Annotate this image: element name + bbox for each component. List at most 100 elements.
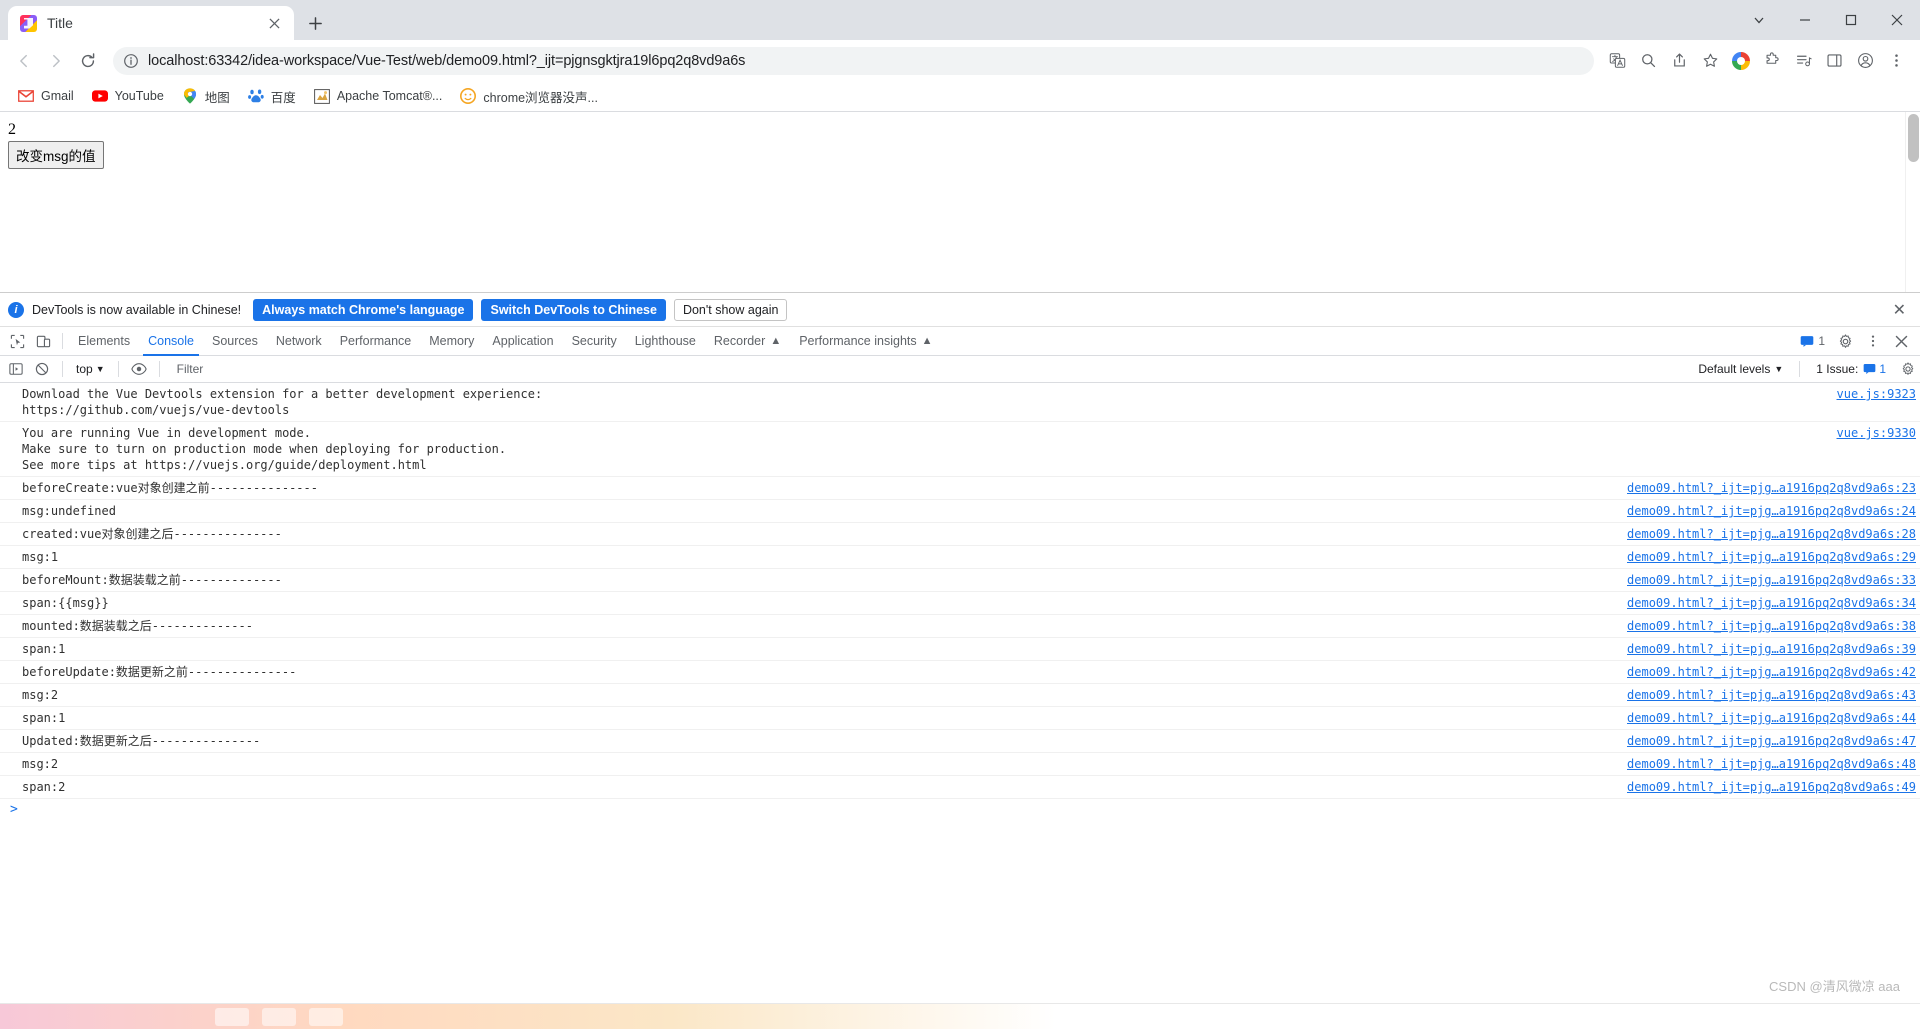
page-scrollbar[interactable] [1905,112,1920,292]
maximize-icon[interactable] [1828,0,1874,40]
live-expression-icon[interactable] [127,357,151,381]
bookmark-chrome-tool[interactable]: chrome浏览器没声... [452,83,606,110]
console-source-link[interactable]: demo09.html?_ijt=pjg…a1916pq2q8vd9a6s:43 [1627,687,1916,703]
console-message-row[interactable]: Updated:数据更新之后--------------- demo09.html… [0,730,1920,753]
share-icon[interactable] [1664,46,1694,76]
console-message-row[interactable]: created:vue对象创建之后--------------- demo09.h… [0,523,1920,546]
issues-badge[interactable]: 1 Issue: 1 [1808,362,1894,376]
browser-tab[interactable]: Title [8,6,294,40]
tab-security[interactable]: Security [563,327,626,356]
side-panel-icon[interactable] [1819,46,1849,76]
bookmark-youtube[interactable]: YouTube [84,84,172,108]
bookmark-gmail[interactable]: Gmail [10,84,82,108]
console-filter-input[interactable]: Filter [168,360,1689,379]
execute-sidebar-icon[interactable] [4,357,28,381]
console-source-link[interactable]: demo09.html?_ijt=pjg…a1916pq2q8vd9a6s:42 [1627,664,1916,680]
page-scrollbar-thumb[interactable] [1908,114,1919,162]
console-source-link[interactable]: demo09.html?_ijt=pjg…a1916pq2q8vd9a6s:28 [1627,526,1916,542]
console-message-row[interactable]: span:2 demo09.html?_ijt=pjg…a1916pq2q8vd9… [0,776,1920,799]
console-message-row[interactable]: msg:2 demo09.html?_ijt=pjg…a1916pq2q8vd9a… [0,753,1920,776]
back-arrow-icon[interactable] [9,46,39,76]
address-bar[interactable]: localhost:63342/idea-workspace/Vue-Test/… [113,46,1594,75]
console-message-row[interactable]: You are running Vue in development mode.… [0,422,1920,477]
puzzle-extensions-icon[interactable] [1757,46,1787,76]
taskbar-item[interactable] [215,1008,249,1026]
console-source-link[interactable]: demo09.html?_ijt=pjg…a1916pq2q8vd9a6s:24 [1627,503,1916,519]
tab-performance[interactable]: Performance [331,327,421,356]
bookmark-baidu[interactable]: 百度 [240,83,304,110]
gear-icon[interactable] [1832,328,1858,354]
tab-memory[interactable]: Memory [420,327,483,356]
bookmark-maps[interactable]: 地图 [174,83,238,110]
dont-show-again-button[interactable]: Don't show again [673,298,788,321]
console-prompt[interactable]: > [0,799,1920,821]
reload-icon[interactable] [73,46,103,76]
chrome-extension-icon[interactable] [1726,46,1756,76]
tab-performance-insights[interactable]: Performance insights ▲ [790,327,941,356]
console-source-link[interactable]: demo09.html?_ijt=pjg…a1916pq2q8vd9a6s:33 [1627,572,1916,588]
console-source-link[interactable]: demo09.html?_ijt=pjg…a1916pq2q8vd9a6s:29 [1627,549,1916,565]
close-icon[interactable]: ✕ [1889,300,1910,320]
always-match-language-button[interactable]: Always match Chrome's language [253,298,474,321]
taskbar-item[interactable] [262,1008,296,1026]
inspect-element-icon[interactable] [4,328,30,354]
tab-sources[interactable]: Sources [203,327,267,356]
taskbar-item[interactable] [309,1008,343,1026]
three-dot-vertical-icon[interactable] [1860,328,1886,354]
console-source-link[interactable]: demo09.html?_ijt=pjg…a1916pq2q8vd9a6s:39 [1627,641,1916,657]
console-message-row[interactable]: Download the Vue Devtools extension for … [0,383,1920,422]
tab-recorder[interactable]: Recorder ▲ [705,327,790,356]
console-message-row[interactable]: msg:undefined demo09.html?_ijt=pjg…a1916p… [0,500,1920,523]
media-list-icon[interactable] [1788,46,1818,76]
minimize-icon[interactable] [1782,0,1828,40]
console-levels-selector[interactable]: Default levels ▼ [1690,362,1791,376]
console-inline-link[interactable]: https://vuejs.org/guide/deployment.html [145,458,427,472]
tab-application[interactable]: Application [483,327,562,356]
console-source-link[interactable]: vue.js:9323 [1837,386,1916,402]
device-toolbar-icon[interactable] [30,328,56,354]
close-devtools-icon[interactable] [1888,328,1914,354]
console-source-link[interactable]: demo09.html?_ijt=pjg…a1916pq2q8vd9a6s:34 [1627,595,1916,611]
translate-icon[interactable] [1602,46,1632,76]
tab-console[interactable]: Console [139,327,203,356]
console-message-row[interactable]: beforeMount:数据装载之前-------------- demo09.h… [0,569,1920,592]
console-message-row[interactable]: msg:2 demo09.html?_ijt=pjg…a1916pq2q8vd9a… [0,684,1920,707]
console-source-link[interactable]: vue.js:9330 [1837,425,1916,441]
console-source-link[interactable]: demo09.html?_ijt=pjg…a1916pq2q8vd9a6s:44 [1627,710,1916,726]
close-tab-icon[interactable] [264,13,284,33]
close-window-icon[interactable] [1874,0,1920,40]
console-source-link[interactable]: demo09.html?_ijt=pjg…a1916pq2q8vd9a6s:23 [1627,480,1916,496]
console-source-link[interactable]: demo09.html?_ijt=pjg…a1916pq2q8vd9a6s:38 [1627,618,1916,634]
info-circle-icon[interactable] [123,53,139,69]
console-message-row[interactable]: beforeCreate:vue对象创建之前--------------- dem… [0,477,1920,500]
console-source-link[interactable]: demo09.html?_ijt=pjg…a1916pq2q8vd9a6s:47 [1627,733,1916,749]
console-message-row[interactable]: beforeUpdate:数据更新之前--------------- demo09… [0,661,1920,684]
console-message-row[interactable]: mounted:数据装载之后-------------- demo09.html?… [0,615,1920,638]
tab-lighthouse[interactable]: Lighthouse [626,327,705,356]
console-source-link[interactable]: demo09.html?_ijt=pjg…a1916pq2q8vd9a6s:49 [1627,779,1916,795]
execution-context-selector[interactable]: top ▼ [71,362,110,376]
new-tab-icon[interactable] [300,8,330,38]
search-icon[interactable] [1633,46,1663,76]
three-dot-menu-icon[interactable] [1881,46,1911,76]
console-settings-icon[interactable] [1896,357,1920,381]
forward-arrow-icon[interactable] [41,46,71,76]
message-count-badge[interactable]: 1 [1795,333,1830,349]
console-inline-link[interactable]: https://github.com/vuejs/vue-devtools [22,403,289,417]
console-message-row[interactable]: span:{{msg}} demo09.html?_ijt=pjg…a1916pq… [0,592,1920,615]
chevron-down-icon[interactable] [1736,0,1782,40]
console-message-list[interactable]: Download the Vue Devtools extension for … [0,383,1920,1003]
clear-console-icon[interactable] [30,357,54,381]
bookmark-star-icon[interactable] [1695,46,1725,76]
console-message-row[interactable]: span:1 demo09.html?_ijt=pjg…a1916pq2q8vd9… [0,638,1920,661]
console-source-link[interactable]: demo09.html?_ijt=pjg…a1916pq2q8vd9a6s:48 [1627,756,1916,772]
profile-avatar-icon[interactable] [1850,46,1880,76]
tab-elements[interactable]: Elements [69,327,139,356]
console-message-row[interactable]: msg:1 demo09.html?_ijt=pjg…a1916pq2q8vd9a… [0,546,1920,569]
bookmark-tomcat[interactable]: Apache Tomcat®... [306,84,451,108]
address-bar-url[interactable]: localhost:63342/idea-workspace/Vue-Test/… [148,53,745,69]
switch-devtools-to-chinese-button[interactable]: Switch DevTools to Chinese [481,298,666,321]
tab-network[interactable]: Network [267,327,331,356]
change-msg-button[interactable]: 改变msg的值 [8,141,104,169]
console-message-row[interactable]: span:1 demo09.html?_ijt=pjg…a1916pq2q8vd9… [0,707,1920,730]
